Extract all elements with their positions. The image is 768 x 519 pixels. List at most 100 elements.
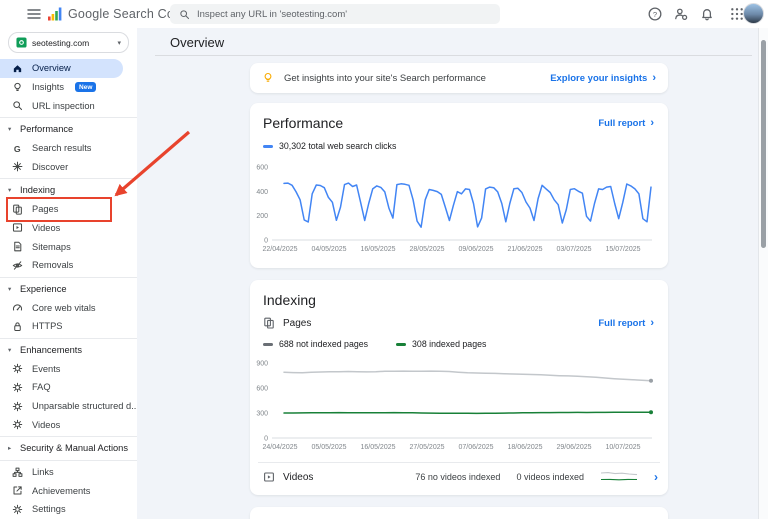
chevron-right-icon: ▸ xyxy=(8,445,12,453)
sidebar-divider xyxy=(0,459,137,461)
sidebar-item-search-results[interactable]: G Search results xyxy=(0,139,137,158)
sidebar-item-https[interactable]: HTTPS xyxy=(0,317,137,336)
structured-data-icon xyxy=(12,401,23,412)
sidebar-section-indexing[interactable]: ▾ Indexing xyxy=(0,181,137,200)
svg-text:09/06/2025: 09/06/2025 xyxy=(458,246,493,253)
scrollbar-track[interactable] xyxy=(758,28,768,519)
sidebar-item-core-web-vitals[interactable]: Core web vitals xyxy=(0,298,137,317)
removals-icon xyxy=(12,260,23,271)
sidebar-item-sitemaps[interactable]: Sitemaps xyxy=(0,237,137,256)
clicks-legend-label: 30,302 total web search clicks xyxy=(279,141,397,151)
svg-text:0: 0 xyxy=(264,238,268,245)
sidebar-item-links[interactable]: Links xyxy=(0,463,137,482)
svg-text:03/07/2025: 03/07/2025 xyxy=(556,246,591,253)
sidebar-item-videos[interactable]: Videos xyxy=(0,219,137,238)
indexing-pages-row: Pages Full report › xyxy=(250,308,668,329)
settings-gear-icon xyxy=(12,504,23,515)
sidebar-item-events[interactable]: Events xyxy=(0,359,137,378)
indexing-card: Indexing Pages Full report › 688 not ind… xyxy=(250,280,668,495)
indexing-legend: 688 not indexed pages 308 indexed pages xyxy=(250,329,668,349)
svg-text:18/06/2025: 18/06/2025 xyxy=(507,444,542,451)
svg-text:16/05/2025: 16/05/2025 xyxy=(360,246,395,253)
sidebar-item-url-inspection[interactable]: URL inspection xyxy=(0,96,137,115)
chevron-right-icon: › xyxy=(650,116,654,129)
svg-text:?: ? xyxy=(653,10,657,19)
chevron-right-icon[interactable]: › xyxy=(654,470,658,484)
explore-insights-link[interactable]: Explore your insights › xyxy=(550,71,656,84)
performance-full-report-link[interactable]: Full report › xyxy=(598,116,654,129)
indexing-full-report-link[interactable]: Full report › xyxy=(598,316,654,329)
sidebar-section-security-manual-actions[interactable]: ▸ Security & Manual Actions xyxy=(0,439,137,458)
achievements-icon xyxy=(12,485,23,496)
svg-text:300: 300 xyxy=(256,411,268,418)
scrollbar-thumb[interactable] xyxy=(761,40,766,248)
sidebar-item-discover[interactable]: Discover xyxy=(0,157,137,176)
videos-row-label: Videos xyxy=(283,471,314,483)
sidebar-item-faq[interactable]: FAQ xyxy=(0,378,137,397)
sidebar-section-enhancements[interactable]: ▾ Enhancements xyxy=(0,341,137,360)
sidebar-item-unparsable-structured-d[interactable]: Unparsable structured d... xyxy=(0,397,137,416)
chevron-right-icon: › xyxy=(652,71,656,84)
sidebar-item-pages[interactable]: Pages xyxy=(0,200,137,219)
performance-title: Performance xyxy=(263,115,344,131)
svg-text:22/04/2025: 22/04/2025 xyxy=(262,246,297,253)
google-apps-grid-icon[interactable] xyxy=(730,7,744,21)
sidebar-item-insights[interactable]: Insights New xyxy=(0,78,137,97)
account-settings-icon[interactable] xyxy=(674,7,688,21)
search-console-logo-icon[interactable] xyxy=(48,7,62,21)
sidebar-divider xyxy=(0,117,137,119)
chevron-down-icon: ▾ xyxy=(8,126,12,134)
video-icon xyxy=(263,471,275,483)
help-icon[interactable]: ? xyxy=(648,7,662,21)
svg-text:29/06/2025: 29/06/2025 xyxy=(556,444,591,451)
sidebar-item-overview[interactable]: Overview xyxy=(0,59,123,78)
videos-sparkline xyxy=(600,472,638,481)
property-selector[interactable]: seotesting.com ▾ xyxy=(8,32,129,53)
sidebar-item-achievements[interactable]: Achievements xyxy=(0,481,137,500)
google-g-icon: G xyxy=(12,143,23,154)
speedometer-icon xyxy=(12,302,23,313)
chevron-right-icon: › xyxy=(650,316,654,329)
search-icon xyxy=(179,9,190,20)
notifications-bell-icon[interactable] xyxy=(700,7,714,21)
experience-card-partial: Experience xyxy=(250,507,668,519)
sitemaps-icon xyxy=(12,241,23,252)
sidebar-divider xyxy=(0,337,137,339)
sidebar-item-settings[interactable]: Settings xyxy=(0,500,137,519)
performance-legend: 30,302 total web search clicks xyxy=(250,131,668,151)
discover-icon xyxy=(12,161,23,172)
page-divider xyxy=(155,55,752,56)
links-icon xyxy=(12,467,23,478)
performance-chart: 0 200 400 600 22/04/2025 04/05/2025 16/05/2025… xyxy=(254,155,664,260)
sidebar-divider xyxy=(0,276,137,278)
sidebar-section-experience[interactable]: ▾ Experience xyxy=(0,280,137,299)
hamburger-menu-icon[interactable] xyxy=(27,8,41,20)
svg-text:600: 600 xyxy=(256,386,268,393)
svg-text:400: 400 xyxy=(256,189,268,196)
indexed-legend-dash xyxy=(396,342,407,346)
url-inspection-search-input[interactable]: Inspect any URL in 'seotesting.com' xyxy=(170,4,500,24)
sidebar-nav: Overview Insights New URL inspection ▾ Perfor… xyxy=(0,59,137,519)
svg-text:600: 600 xyxy=(256,165,268,172)
sidebar-divider xyxy=(0,436,137,438)
lock-icon xyxy=(12,321,23,332)
chevron-down-icon: ▾ xyxy=(117,39,121,47)
svg-text:G: G xyxy=(14,143,21,153)
pages-icon xyxy=(12,204,23,215)
topbar: Google Search Console Inspect any URL in… xyxy=(0,0,768,28)
svg-text:05/05/2025: 05/05/2025 xyxy=(311,444,346,451)
cards-column: Get insights into your site's Search per… xyxy=(250,63,668,519)
search-placeholder: Inspect any URL in 'seotesting.com' xyxy=(197,8,348,20)
avatar[interactable] xyxy=(743,3,764,24)
page-title: Overview xyxy=(170,35,225,50)
lightbulb-icon xyxy=(12,82,23,93)
indexing-videos-row[interactable]: Videos 76 no videos indexed 0 videos ind… xyxy=(250,463,668,491)
chevron-down-icon: ▾ xyxy=(8,285,12,293)
property-icon xyxy=(16,37,27,48)
sidebar-section-performance[interactable]: ▾ Performance xyxy=(0,120,137,139)
svg-text:15/07/2025: 15/07/2025 xyxy=(605,246,640,253)
sidebar-item-videos[interactable]: Videos xyxy=(0,415,137,434)
new-badge: New xyxy=(75,82,97,93)
indexed-legend-label: 308 indexed pages xyxy=(412,339,487,349)
sidebar-item-removals[interactable]: Removals xyxy=(0,256,137,275)
